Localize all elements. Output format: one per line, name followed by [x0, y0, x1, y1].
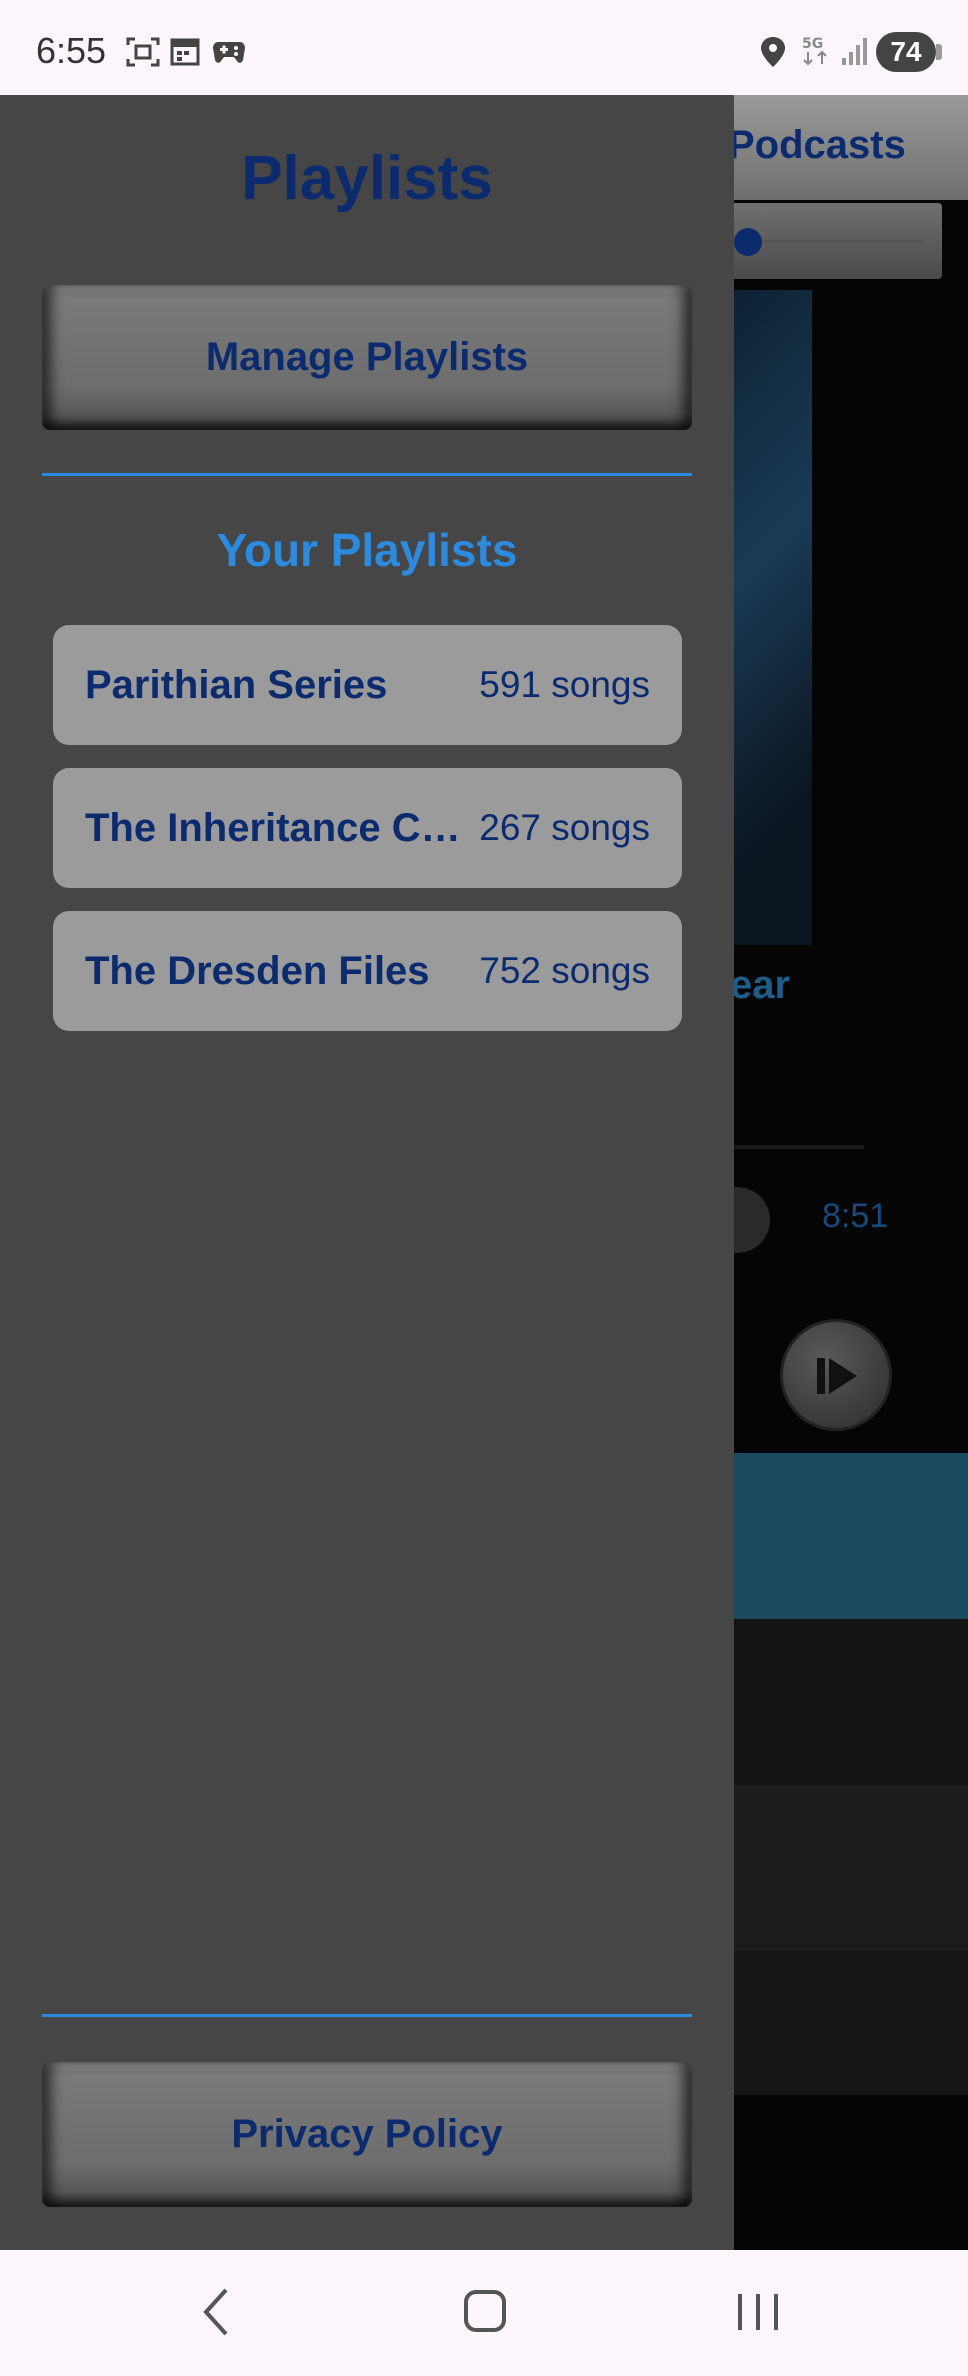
battery-tip — [936, 44, 942, 60]
playlist-item-inheritance-cycle[interactable]: The Inheritance Cycle 267 songs — [53, 768, 682, 888]
svg-text:5G: 5G — [802, 36, 823, 52]
now-playing-banner[interactable] — [734, 1453, 968, 1619]
manage-playlists-label: Manage Playlists — [205, 335, 529, 379]
manage-playlists-button[interactable]: Manage Playlists — [42, 285, 692, 430]
progress-thumb[interactable] — [734, 1187, 770, 1253]
privacy-policy-label: Privacy Policy — [231, 2112, 503, 2156]
divider — [42, 2014, 692, 2017]
screenshot-icon — [126, 36, 160, 73]
back-icon[interactable] — [196, 2282, 236, 2347]
playlist-item-parithian-series[interactable]: Parithian Series 591 songs — [53, 625, 682, 745]
track-title: ear — [734, 963, 791, 1007]
drawer-title: Playlists — [241, 144, 493, 213]
slider-track — [764, 240, 924, 243]
playlist-count: 267 songs — [479, 807, 650, 848]
playlist-item-dresden-files[interactable]: The Dresden Files 752 songs — [53, 911, 682, 1031]
divider — [42, 473, 692, 476]
slider-knob[interactable] — [734, 228, 762, 256]
tab-podcasts[interactable]: Podcasts — [734, 95, 968, 200]
playlist-name: Parithian Series — [85, 662, 388, 707]
playlist-name: The Inheritance Cycle — [85, 805, 470, 850]
location-icon — [760, 36, 786, 73]
status-bar: 6:55 5G 74 — [0, 0, 968, 95]
home-icon[interactable] — [462, 2282, 510, 2347]
playlist-name: The Dresden Files — [85, 948, 430, 993]
recents-icon[interactable] — [734, 2282, 782, 2347]
album-art — [734, 290, 812, 945]
5g-icon: 5G — [800, 34, 834, 73]
game-controller-icon — [212, 36, 246, 71]
list-item[interactable] — [734, 1785, 968, 1951]
calendar-icon — [170, 36, 200, 71]
track-duration: 8:51 — [822, 1197, 889, 1235]
background-app: Podcasts ear 8:51 — [734, 95, 968, 2250]
playlist-count: 591 songs — [479, 664, 650, 705]
status-time: 6:55 — [36, 30, 107, 71]
tab-podcasts-label: Podcasts — [734, 123, 906, 167]
your-playlists-heading: Your Playlists — [216, 524, 518, 576]
battery-icon: 74 — [876, 32, 936, 72]
progress-track — [734, 1145, 864, 1149]
privacy-policy-button[interactable]: Privacy Policy — [42, 2062, 692, 2207]
list-item[interactable] — [734, 1951, 968, 2095]
skip-forward-icon — [817, 1358, 857, 1394]
skip-forward-button[interactable] — [780, 1319, 892, 1431]
playlist-count: 752 songs — [479, 950, 650, 991]
signal-icon — [840, 36, 868, 71]
playlists-drawer: Playlists Manage Playlists Your Playlist… — [0, 95, 734, 2250]
system-nav-bar — [0, 2250, 968, 2376]
list-item[interactable] — [734, 1619, 968, 1785]
